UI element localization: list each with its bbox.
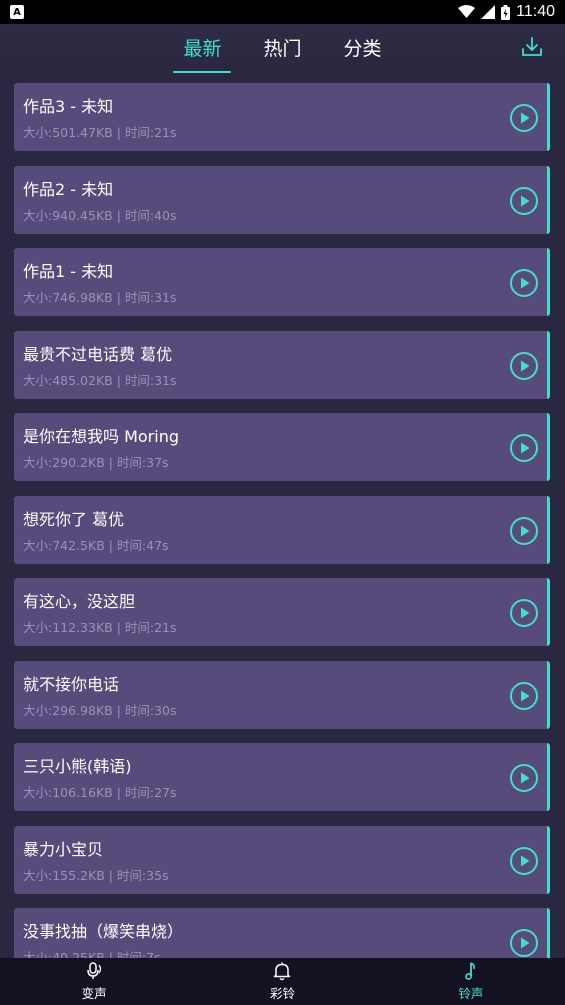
play-icon[interactable]	[509, 846, 539, 876]
music-note-icon	[464, 962, 475, 980]
item-meta: 大小:112.33KB | 时间:21s	[23, 620, 177, 635]
voice-change-icon	[87, 962, 102, 979]
status-bar: A 11:40	[0, 0, 565, 24]
item-title: 就不接你电话	[23, 674, 120, 694]
download-icon[interactable]	[521, 36, 543, 58]
item-title: 没事找抽（爆笑串烧）	[23, 922, 184, 941]
list-item[interactable]: 想死你了 葛优 大小:742.5KB | 时间:47s	[14, 495, 550, 564]
list-item[interactable]: 三只小熊(韩语) 大小:106.16KB | 时间:27s	[14, 743, 550, 811]
bell-icon	[274, 962, 291, 981]
notification-a-icon: A	[10, 5, 24, 19]
bottom-nav: 变声 彩铃 铃声	[0, 958, 565, 1005]
list-item[interactable]: 作品3 - 未知 大小:501.47KB | 时间:21s	[14, 83, 550, 151]
item-title: 作品3 - 未知	[23, 97, 114, 116]
battery-icon	[501, 4, 511, 20]
play-icon[interactable]	[509, 268, 539, 298]
list-item[interactable]: 暴力小宝贝 大小:155.2KB | 时间:35s	[14, 825, 550, 894]
item-meta: 大小:296.98KB | 时间:30s	[23, 702, 177, 718]
nav-voice-change[interactable]: 变声	[0, 958, 188, 1005]
item-title: 作品2 - 未知	[23, 179, 114, 199]
play-icon[interactable]	[509, 516, 539, 546]
list-item[interactable]: 作品2 - 未知 大小:940.45KB | 时间:40s	[14, 165, 550, 234]
nav-label: 变声	[81, 986, 107, 1001]
tab-popular[interactable]: 热门	[253, 30, 311, 65]
ringtone-list: 作品3 - 未知 大小:501.47KB | 时间:21s 作品2 - 未知 大…	[14, 83, 550, 991]
item-title: 有这心，没这胆	[23, 592, 136, 611]
play-icon[interactable]	[509, 928, 539, 958]
list-item[interactable]: 就不接你电话 大小:296.98KB | 时间:30s	[14, 660, 550, 729]
list-item[interactable]: 是你在想我吗 Moring 大小:290.2KB | 时间:37s	[14, 413, 550, 481]
play-icon[interactable]	[509, 681, 539, 711]
item-title: 想死你了 葛优	[23, 509, 125, 529]
item-title: 三只小熊(韩语)	[23, 757, 132, 776]
item-meta: 大小:155.2KB | 时间:35s	[23, 867, 169, 883]
status-time: 11:40	[516, 3, 555, 20]
nav-ringback[interactable]: 彩铃	[188, 958, 376, 1005]
nav-ringtone[interactable]: 铃声	[377, 958, 565, 1005]
list-item[interactable]: 有这心，没这胆 大小:112.33KB | 时间:21s	[14, 578, 550, 646]
item-title: 暴力小宝贝	[23, 839, 104, 859]
play-icon[interactable]	[509, 103, 539, 133]
item-meta: 大小:106.16KB | 时间:27s	[23, 785, 177, 800]
item-meta: 大小:485.02KB | 时间:31s	[23, 372, 177, 388]
play-icon[interactable]	[509, 433, 539, 463]
play-icon[interactable]	[509, 763, 539, 793]
item-meta: 大小:940.45KB | 时间:40s	[23, 207, 177, 223]
header: 最新 热门 分类	[0, 24, 565, 74]
nav-label: 铃声	[458, 986, 484, 1001]
play-icon[interactable]	[509, 598, 539, 628]
list-item[interactable]: 作品1 - 未知 大小:746.98KB | 时间:31s	[14, 248, 550, 316]
play-icon[interactable]	[509, 351, 539, 381]
tab-latest[interactable]: 最新	[173, 30, 232, 73]
wifi-icon	[458, 5, 476, 18]
item-meta: 大小:501.47KB | 时间:21s	[23, 125, 177, 140]
item-meta: 大小:290.2KB | 时间:37s	[23, 455, 169, 470]
item-meta: 大小:742.5KB | 时间:47s	[23, 537, 169, 553]
item-title: 最贵不过电话费 葛优	[23, 344, 173, 364]
tab-bar: 最新 热门 分类	[0, 24, 565, 73]
item-meta: 大小:746.98KB | 时间:31s	[23, 290, 177, 305]
item-title: 作品1 - 未知	[23, 262, 114, 281]
nav-label: 彩铃	[269, 986, 295, 1001]
item-title: 是你在想我吗 Moring	[23, 427, 180, 446]
signal-icon	[481, 5, 496, 19]
tab-category[interactable]: 分类	[334, 30, 392, 65]
list-item[interactable]: 最贵不过电话费 葛优 大小:485.02KB | 时间:31s	[14, 330, 550, 399]
play-icon[interactable]	[509, 186, 539, 216]
